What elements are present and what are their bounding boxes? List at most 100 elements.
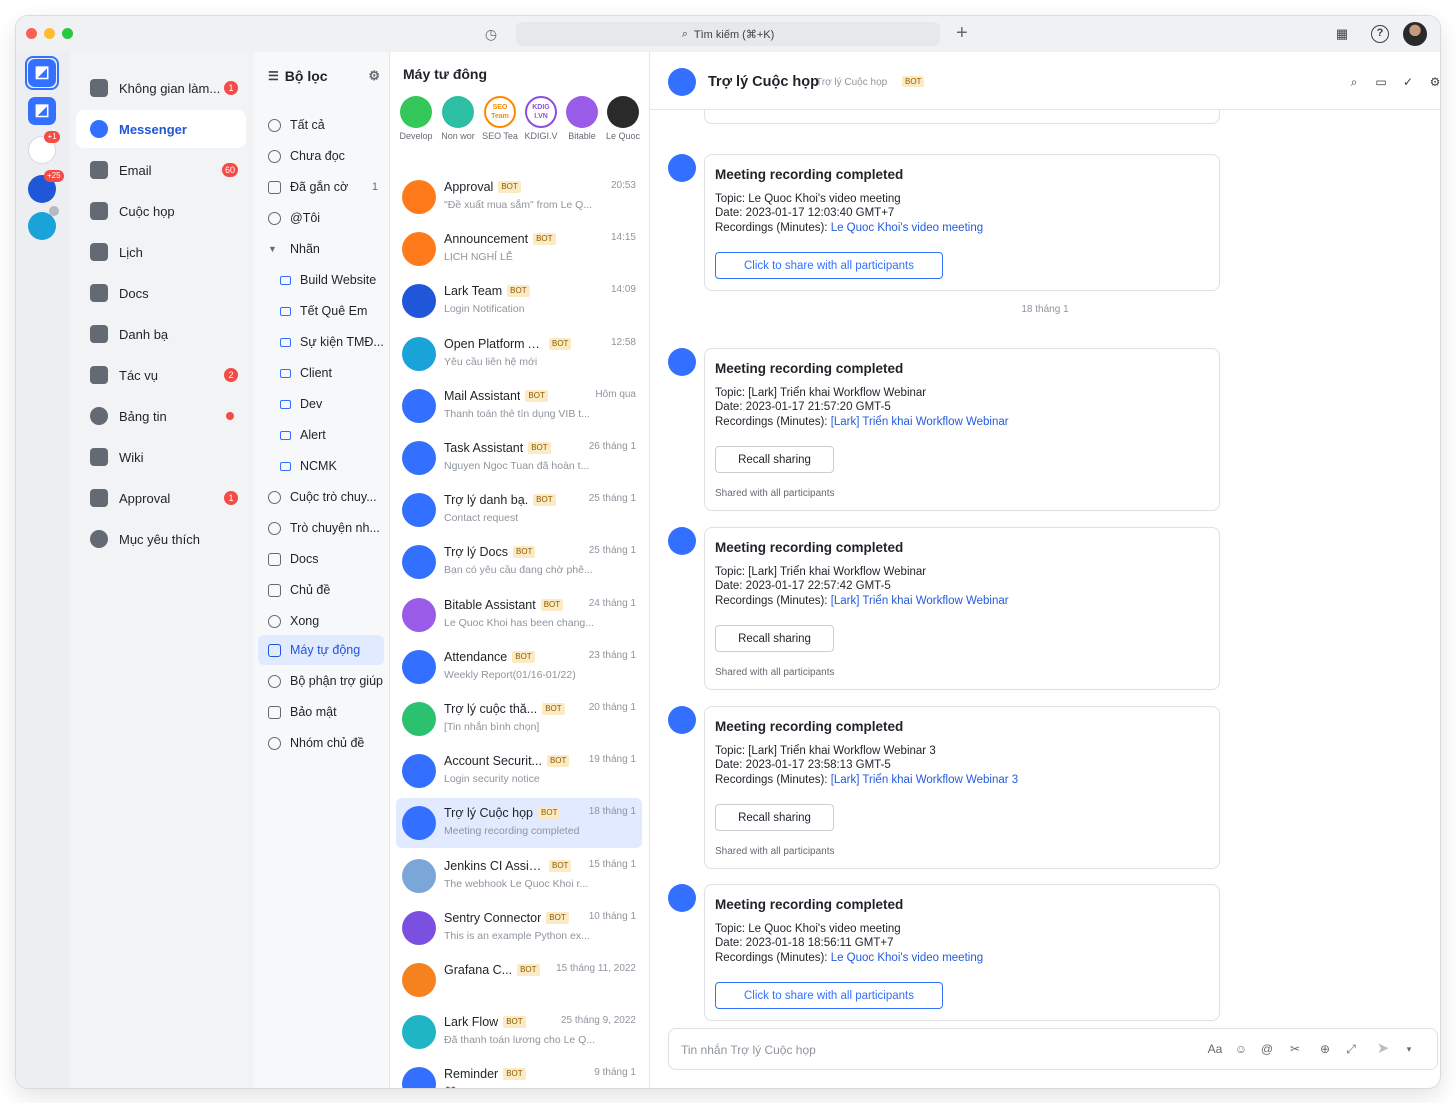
send-options-chevron-icon[interactable]: ▾ [1401, 1041, 1417, 1057]
nav-item-tasks[interactable]: Tác vụ 2 [76, 356, 246, 394]
chat-row[interactable]: Sentry Connector BOT 10 tháng 1 This is an … [396, 903, 642, 953]
filter-label-dev[interactable]: Dev [258, 389, 384, 419]
chat-row[interactable]: Jenkins CI Assis... BOT 15 tháng 1 The webh… [396, 851, 642, 901]
filter-item-bots[interactable]: Máy tự động [258, 635, 384, 665]
chat-settings-icon[interactable]: ⚙ [1427, 74, 1440, 90]
meeting-bot-avatar-icon[interactable] [668, 154, 696, 182]
filter-label-alert[interactable]: Alert [258, 420, 384, 450]
filter-label-client[interactable]: Client [258, 358, 384, 388]
search-chat-icon[interactable]: ⌕ [1346, 74, 1362, 90]
quick-access-item[interactable]: SEO Team SEO Tea [480, 96, 520, 141]
filter-item-topics[interactable]: Chủ đề [258, 575, 384, 605]
recording-link[interactable]: [Lark] Triển khai Workflow Webinar [831, 416, 1009, 428]
add-attachment-icon[interactable]: ⊕ [1317, 1041, 1333, 1057]
filter-label-build-website[interactable]: Build Website [258, 265, 384, 295]
help-icon[interactable]: ? [1371, 25, 1389, 43]
meeting-bot-avatar-icon[interactable] [668, 884, 696, 912]
history-icon[interactable]: ◷ [482, 25, 500, 43]
chat-row[interactable]: Task Assistant BOT 26 tháng 1 Nguyen Ngoc T… [396, 433, 642, 483]
filter-item-done[interactable]: Xong [258, 606, 384, 636]
chat-row[interactable]: Bitable Assistant BOT 24 tháng 1 Le Quoc Kh… [396, 590, 642, 640]
filter-label-ncmk[interactable]: NCMK [258, 451, 384, 481]
settings-gear-icon[interactable]: ⚙ [368, 68, 380, 84]
filter-item-security[interactable]: Bảo mật [258, 697, 384, 727]
filter-label-tmdt[interactable]: Sự kiện TMĐ... [258, 327, 384, 357]
mention-icon[interactable]: @ [1259, 1041, 1275, 1057]
chat-row[interactable]: Account Securit... BOT 19 tháng 1 Login sec… [396, 746, 642, 796]
filter-label-tet[interactable]: Tết Quê Em [258, 296, 384, 326]
meeting-bot-avatar-icon[interactable] [668, 348, 696, 376]
chat-row[interactable]: Lark Flow BOT 25 tháng 9, 2022 Đã thanh toá… [396, 1007, 642, 1057]
message-composer[interactable]: Tin nhắn Trợ lý Cuộc họp Aa ☺ @ ✂ ⊕ ⤢ ➤ … [668, 1028, 1438, 1070]
calendar-view-icon[interactable]: ▦ [1333, 25, 1351, 43]
chat-row[interactable]: Attendance BOT 23 tháng 1 Weekly Report(01/… [396, 642, 642, 692]
done-check-icon[interactable]: ✓ [1400, 74, 1416, 90]
meeting-bot-avatar-icon[interactable] [668, 706, 696, 734]
share-with-participants-button[interactable]: Click to share with all participants [715, 252, 943, 279]
user-avatar[interactable] [1403, 22, 1427, 46]
chat-row[interactable]: Reminder BOT 9 tháng 1 ⏰Mới phát hiện cái p… [396, 1059, 642, 1088]
chat-row[interactable]: Announcement BOT 14:15 LỊCH NGHỈ LỄ [396, 224, 642, 274]
meeting-bot-avatar[interactable] [668, 68, 696, 96]
emoji-icon[interactable]: ☺ [1233, 1041, 1249, 1057]
nav-item-contacts[interactable]: Danh bạ [76, 315, 246, 353]
new-icon[interactable]: + [956, 23, 968, 43]
filter-list-icon[interactable]: ☰ [268, 69, 279, 83]
recording-link[interactable]: [Lark] Triển khai Workflow Webinar 3 [831, 774, 1018, 786]
chat-row[interactable]: Open Platform Assis... BOT 12:58 Yêu cầu li… [396, 329, 642, 379]
filter-item-labels[interactable]: ▼ Nhãn [258, 234, 384, 264]
recall-sharing-button[interactable]: Recall sharing [715, 446, 834, 473]
recording-link[interactable]: [Lark] Triển khai Workflow Webinar [831, 595, 1009, 607]
workspace-lark-icon[interactable]: ◩ [28, 97, 56, 125]
chat-row[interactable]: Lark Team BOT 14:09 Login Notification [396, 276, 642, 326]
quick-access-item[interactable]: KDIG I.VN KDIGI.V [521, 96, 561, 141]
nav-item-calendar[interactable]: Lịch [76, 233, 246, 271]
nav-item-wiki[interactable]: Wiki [76, 438, 246, 476]
nav-item-workspace[interactable]: Không gian làm... 1 [76, 69, 246, 107]
lark-logo-icon[interactable]: ◩ [28, 59, 56, 87]
zoom-window-button[interactable] [62, 28, 73, 39]
nav-item-approval[interactable]: Approval 1 [76, 479, 246, 517]
filter-item-p2p[interactable]: Cuộc trò chuy... [258, 482, 384, 512]
filter-item-docs[interactable]: Docs [258, 544, 384, 574]
nav-item-docs[interactable]: Docs [76, 274, 246, 312]
send-icon[interactable]: ➤ [1375, 1041, 1391, 1057]
minimize-window-button[interactable] [44, 28, 55, 39]
nav-item-meetings[interactable]: Cuộc họp [76, 192, 246, 230]
quick-access-item[interactable]: Bitable [562, 96, 602, 141]
nav-item-favorites[interactable]: Mục yêu thích [76, 520, 246, 558]
share-with-participants-button[interactable]: Click to share with all participants [715, 982, 943, 1009]
recording-link[interactable]: Le Quoc Khoi's video meeting [831, 952, 983, 964]
format-text-icon[interactable]: Aa [1207, 1041, 1223, 1057]
recall-sharing-button[interactable]: Recall sharing [715, 625, 834, 652]
filter-item-flagged[interactable]: Đã gắn cờ 1 [258, 172, 384, 202]
workspace-other-icon[interactable] [28, 212, 56, 240]
expand-icon[interactable]: ⤢ [1343, 1041, 1359, 1057]
filter-item-helpdesk[interactable]: Bộ phận trợ giúp [258, 666, 384, 696]
chat-row[interactable]: Trợ lý Cuộc họp BOT 18 tháng 1 Meeting reco… [396, 798, 642, 848]
quick-access-item[interactable]: Develop [396, 96, 436, 141]
chat-row[interactable]: Approval BOT 20:53 "Đề xuất mua sắm" from L… [396, 172, 642, 222]
screenshot-scissors-icon[interactable]: ✂ [1287, 1041, 1303, 1057]
chat-row[interactable]: Mail Assistant BOT Hôm qua Thanh toán thẻ t… [396, 381, 642, 431]
chat-row[interactable]: Trợ lý Docs BOT 25 tháng 1 Bạn có yêu cầu đ… [396, 537, 642, 587]
filter-item-unread[interactable]: Chưa đọc [258, 141, 384, 171]
recall-sharing-button[interactable]: Recall sharing [715, 804, 834, 831]
filter-item-all[interactable]: Tất cả [258, 110, 384, 140]
chat-row[interactable]: Trợ lý cuộc thă... BOT 20 tháng 1 [Tin nhắn… [396, 694, 642, 744]
nav-item-email[interactable]: Email 60 [76, 151, 246, 189]
filter-item-groups[interactable]: Trò chuyện nh... [258, 513, 384, 543]
recording-link[interactable]: Le Quoc Khoi's video meeting [831, 222, 983, 234]
quick-access-item[interactable]: Le Quoc [603, 96, 643, 141]
filter-item-mentions[interactable]: @Tôi [258, 203, 384, 233]
chat-row[interactable]: Trợ lý danh bạ. BOT 25 tháng 1 Contact requ… [396, 485, 642, 535]
share-icon[interactable]: ▭ [1373, 74, 1389, 90]
close-window-button[interactable] [26, 28, 37, 39]
quick-access-item[interactable]: Non wor [438, 96, 478, 141]
nav-item-moments[interactable]: Bảng tin [76, 397, 246, 435]
chat-row[interactable]: Grafana C... BOT 15 tháng 11, 2022 [396, 955, 642, 1005]
search-bar[interactable]: ⌕ Tìm kiếm (⌘+K) [516, 22, 940, 46]
message-input[interactable]: Tin nhắn Trợ lý Cuộc họp [681, 1043, 816, 1057]
meeting-bot-avatar-icon[interactable] [668, 527, 696, 555]
nav-item-messenger[interactable]: Messenger [76, 110, 246, 148]
